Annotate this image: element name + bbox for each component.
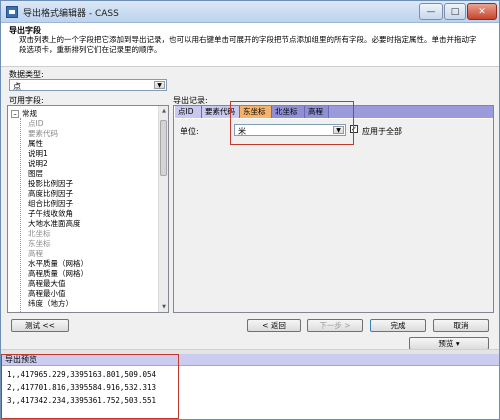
- tree-item-projection-scale[interactable]: 投影比例因子: [28, 178, 73, 188]
- tab-point-id[interactable]: 点ID: [175, 106, 202, 118]
- tree-item-note1[interactable]: 说明1: [28, 148, 48, 158]
- tree-item-easting[interactable]: 东坐标: [28, 238, 51, 248]
- tree-scrollbar[interactable]: ▲ ▼: [158, 106, 168, 312]
- highlight-box: [230, 101, 354, 145]
- preview-highlight-box: [1, 354, 179, 419]
- header-section: 导出字段 双击列表上的一个字段把它添加到导出记录，也可以用右键单击可展开的字段把…: [1, 23, 499, 67]
- tree-item-feature-code[interactable]: 要素代码: [28, 128, 58, 138]
- apply-all-label: 应用于全部: [362, 127, 402, 136]
- cancel-button[interactable]: 取消: [433, 319, 489, 332]
- maximize-icon: □: [450, 6, 460, 17]
- scroll-up-icon[interactable]: ▲: [159, 106, 168, 116]
- tree-item-point-id[interactable]: 点ID: [28, 118, 44, 128]
- next-button[interactable]: 下一步 >: [307, 319, 363, 332]
- test-button[interactable]: 测试 <<: [11, 319, 69, 332]
- unit-label: 单位:: [180, 127, 199, 136]
- finish-button[interactable]: 完成: [370, 319, 426, 332]
- available-fields-tree[interactable]: – 常规 点ID 要素代码 属性 说明1 说明2 图层 投影比例因子 高度比例因…: [7, 105, 169, 313]
- title-bar[interactable]: 导出格式编辑器 - CASS — □ ✕: [1, 1, 499, 23]
- export-format-editor-window: 导出格式编辑器 - CASS — □ ✕ 导出字段 双击列表上的一个字段把它添加…: [0, 0, 500, 420]
- tree-item-note2[interactable]: 说明2: [28, 158, 48, 168]
- scroll-down-icon[interactable]: ▼: [159, 302, 168, 312]
- scroll-thumb[interactable]: [160, 120, 167, 176]
- tree-root-general[interactable]: 常规: [22, 108, 37, 118]
- tree-item-attribute[interactable]: 属性: [28, 138, 43, 148]
- close-button[interactable]: ✕: [467, 3, 497, 20]
- tree-item-northing[interactable]: 北坐标: [28, 228, 51, 238]
- data-type-select[interactable]: 点 ▼: [9, 79, 167, 91]
- tree-item-layer[interactable]: 图层: [28, 168, 43, 178]
- collapse-icon[interactable]: –: [11, 110, 19, 118]
- tree-guide-line: [20, 118, 21, 312]
- tree-item-meridian-convergence[interactable]: 子午线收敛角: [28, 208, 73, 218]
- minimize-icon: —: [426, 6, 436, 17]
- close-icon: ✕: [478, 6, 486, 17]
- chevron-down-icon: ▾: [455, 339, 460, 348]
- tree-item-combined-scale[interactable]: 组合比例因子: [28, 198, 73, 208]
- back-button[interactable]: < 返回: [247, 319, 301, 332]
- tree-item-horizontal-quality[interactable]: 水平质量（网格）: [28, 258, 88, 268]
- tree-item-height-scale[interactable]: 高度比例因子: [28, 188, 73, 198]
- tree-item-elevation[interactable]: 高程: [28, 248, 43, 258]
- tree-item-elevation-quality[interactable]: 高程质量（网格）: [28, 268, 88, 278]
- header-description: 双击列表上的一个字段把它添加到导出记录，也可以用右键单击可展开的字段把节点添加组…: [19, 35, 477, 54]
- tab-content: 单位: 米 ▼ ✓ 应用于全部: [174, 119, 493, 312]
- app-icon: [6, 6, 18, 18]
- data-type-value: 点: [13, 82, 21, 91]
- window-title: 导出格式编辑器 - CASS: [23, 9, 119, 19]
- preview-button-label: 预览: [438, 339, 454, 348]
- maximize-button[interactable]: □: [444, 3, 466, 20]
- tree-item-latitude-local[interactable]: 纬度（地方）: [28, 298, 73, 308]
- tree-item-elevation-max[interactable]: 高程最大值: [28, 278, 66, 288]
- tree-item-elevation-min[interactable]: 高程最小值: [28, 288, 66, 298]
- chevron-down-icon[interactable]: ▼: [154, 81, 165, 89]
- tree-item-geoid-height[interactable]: 大地水准面高度: [28, 218, 81, 228]
- minimize-button[interactable]: —: [419, 3, 443, 20]
